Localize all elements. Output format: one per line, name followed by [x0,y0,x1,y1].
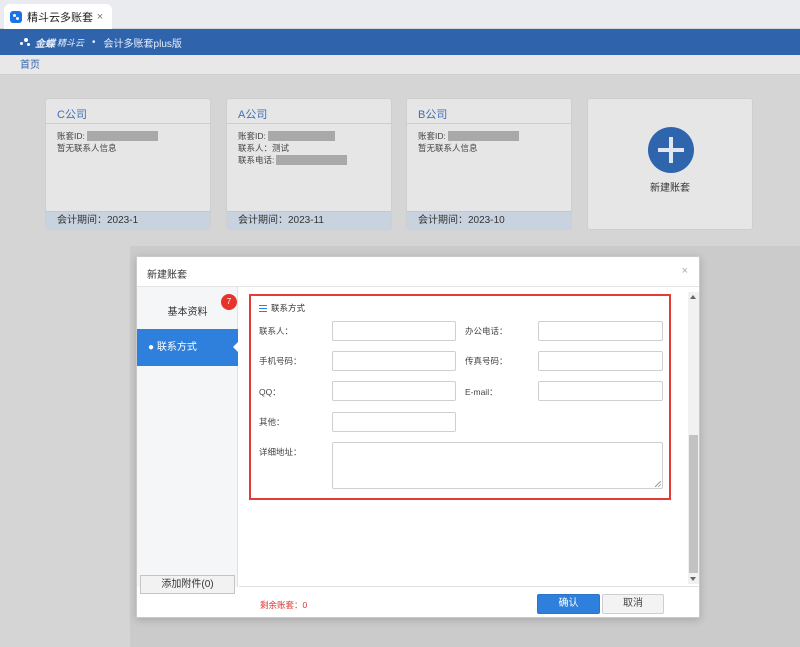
confirm-button[interactable]: 确认 [537,594,600,614]
browser-tab-title: 精斗云多账套 [27,11,93,24]
app-favicon-icon [10,10,22,23]
fax-label: 传真号码： [465,356,508,366]
new-account-card[interactable]: 新建账套 [587,98,753,230]
card-info-line: 账套ID: [238,130,347,142]
card-period: 会计期间：2023-11 [227,211,391,229]
card-info: 账套ID: 暂无联系人信息 [57,130,158,154]
account-card-c[interactable]: C公司 账套ID: 暂无联系人信息 会计期间：2023-1 [45,98,211,230]
dialog-footer: 剩余账套：0 确认 取消 [239,586,699,618]
scroll-down-arrow-icon[interactable] [690,577,696,581]
scroll-up-arrow-icon[interactable] [690,295,696,299]
other-label: 其他： [259,417,285,427]
address-textarea[interactable] [332,442,663,489]
office-phone-label: 办公电话： [465,326,508,336]
office-phone-input[interactable] [538,321,663,341]
account-card-a[interactable]: A公司 账套ID: 联系人：测试 联系电话: 会计期间：2023-11 [226,98,392,230]
card-info-line: 联系人：测试 [238,142,347,154]
account-card-b[interactable]: B公司 账套ID: 暂无联系人信息 会计期间：2023-10 [406,98,572,230]
card-id-label: 账套ID: [238,131,266,141]
redacted-mask [267,131,335,141]
breadcrumb: 首页 [0,55,800,75]
contact-person-input[interactable] [332,321,456,341]
browser-tabstrip: 精斗云多账套 × [0,0,800,29]
section-title-text: 联系方式 [271,303,306,313]
card-divider [407,123,571,124]
product-name: 会计多账套plus版 [103,38,182,50]
redacted-mask [86,131,158,141]
address-label: 详细地址： [259,447,302,457]
new-account-label: 新建账套 [650,183,690,194]
other-input[interactable] [332,412,456,432]
redacted-mask [447,131,519,141]
redacted-mask [276,155,348,165]
card-id-label: 账套ID: [57,131,85,141]
qq-label: QQ： [259,387,281,397]
mobile-label: 手机号码： [259,356,302,366]
logo-text: 金蝶 [35,38,55,50]
sidebar-item-contact[interactable]: ● 联系方式 [137,329,239,366]
dialog-close-icon[interactable]: × [682,265,688,277]
card-company-name: A公司 [238,109,268,121]
card-company-name: C公司 [57,109,87,121]
card-contact-text: 暂无联系人信息 [418,143,478,153]
email-input[interactable] [538,381,663,401]
card-period: 会计期间：2023-1 [46,211,210,229]
dialog-header: 新建账套 × [137,257,699,287]
qq-input[interactable] [332,381,456,401]
new-account-dialog: 新建账套 × 基本资料 7 ● 联系方式 添加附件(0) 联系方式 联系人： 办… [136,256,700,618]
contact-person-label: 联系人： [259,326,294,336]
breadcrumb-home-link[interactable]: 首页 [20,60,40,71]
scrollbar-thumb[interactable] [689,435,698,573]
step-badge: 7 [221,294,237,310]
mobile-input[interactable] [332,351,456,371]
email-label: E-mail： [465,387,498,397]
card-divider [227,123,391,124]
header-separator: • [92,36,96,48]
dialog-sidebar: 基本资料 7 ● 联系方式 添加附件(0) [137,287,239,594]
card-info-line: 账套ID: [418,130,519,142]
card-info-line: 联系电话: [238,154,348,166]
card-info-line: 账套ID: [57,130,158,142]
card-phone-label: 联系电话: [238,155,275,165]
remaining-accounts: 剩余账套：0 [260,600,308,610]
card-contact-text: 联系人：测试 [238,143,290,153]
kingdee-logo: 金蝶 精斗云 [20,35,84,50]
card-period: 会计期间：2023-10 [407,211,571,229]
logo-subtext: 精斗云 [57,37,85,48]
card-info: 账套ID: 联系人：测试 联系电话: [238,130,348,166]
card-info-line: 暂无联系人信息 [418,142,519,154]
fax-input[interactable] [538,351,663,371]
close-tab-icon[interactable]: × [94,11,106,23]
card-divider [46,123,210,124]
app-header: 金蝶 精斗云 • 会计多账套plus版 [0,29,800,55]
kingdee-logo-icon [20,36,32,48]
card-contact-text: 暂无联系人信息 [57,143,117,153]
card-info: 账套ID: 暂无联系人信息 [418,130,519,154]
browser-tab[interactable]: 精斗云多账套 × [4,4,112,29]
section-title: 联系方式 [259,302,305,314]
resize-grip-icon[interactable] [655,481,661,487]
add-circle-icon[interactable] [648,127,694,173]
dialog-title: 新建账套 [147,270,187,281]
card-company-name: B公司 [418,109,448,121]
add-attachment-button[interactable]: 添加附件(0) [140,575,235,594]
dialog-scrollbar[interactable] [688,292,699,584]
list-icon [259,304,267,312]
card-info-line: 暂无联系人信息 [57,142,158,154]
cancel-button[interactable]: 取消 [602,594,664,614]
card-id-label: 账套ID: [418,131,446,141]
